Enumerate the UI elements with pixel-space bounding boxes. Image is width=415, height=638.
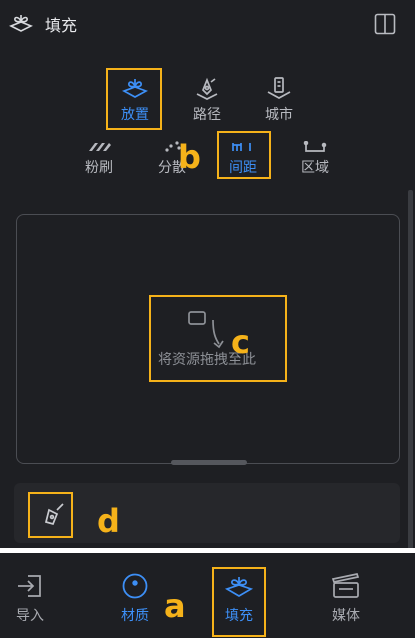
mode-path-label: 路径 <box>193 107 221 123</box>
nav-material-label: 材质 <box>121 608 149 624</box>
mode-city-label: 城市 <box>265 107 293 123</box>
panel-split-icon[interactable] <box>374 13 396 35</box>
media-clapper-icon <box>331 573 360 598</box>
mode-path[interactable]: 路径 <box>177 76 237 124</box>
region-icon <box>303 141 327 152</box>
scrollbar[interactable] <box>408 190 413 550</box>
mode-city[interactable]: 城市 <box>249 76 309 124</box>
annotation-box-dropzone <box>149 295 287 382</box>
mode-region[interactable]: 区域 <box>285 141 345 177</box>
annotation-b: b <box>178 138 201 176</box>
import-icon <box>18 575 41 597</box>
annotation-box-pen-tool <box>28 492 73 538</box>
nav-material[interactable]: 材质 <box>105 573 165 625</box>
annotation-box-place <box>106 68 162 130</box>
annotation-d: d <box>97 502 120 540</box>
city-icon <box>267 77 291 99</box>
path-pen-icon <box>196 77 218 100</box>
annotation-a: a <box>164 587 186 625</box>
mode-region-label: 区域 <box>301 160 329 176</box>
fill-tool-icon <box>9 15 33 32</box>
mode-brush[interactable]: 粉刷 <box>69 141 129 177</box>
resize-handle[interactable] <box>171 460 247 465</box>
material-icon <box>122 573 148 599</box>
annotation-box-spacing <box>217 131 271 179</box>
mode-brush-label: 粉刷 <box>85 160 113 176</box>
top-bar: 填充 <box>0 0 415 48</box>
nav-import[interactable]: 导入 <box>0 573 60 625</box>
nav-media[interactable]: 媒体 <box>316 573 376 625</box>
nav-import-label: 导入 <box>16 608 44 624</box>
annotation-c: c <box>231 323 250 361</box>
annotation-box-fill <box>212 567 266 637</box>
page-title: 填充 <box>45 16 78 35</box>
nav-media-label: 媒体 <box>332 608 360 624</box>
brush-icon <box>89 143 111 151</box>
